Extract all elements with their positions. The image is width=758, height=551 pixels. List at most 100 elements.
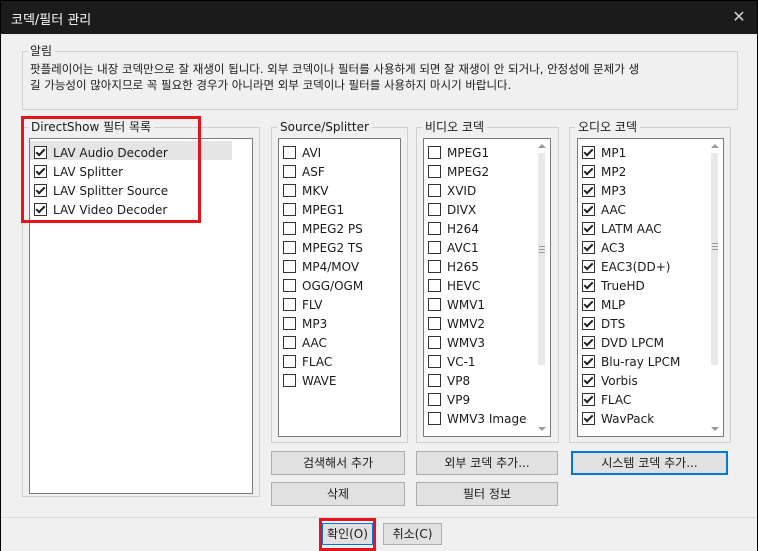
list-item[interactable]: VP8 [428,371,470,390]
checkbox[interactable] [283,317,296,330]
list-item[interactable]: WMV3 [428,333,485,352]
search-add-button[interactable]: 검색해서 추가 [271,451,405,475]
list-item[interactable]: WMV2 [428,314,485,333]
list-item[interactable]: HEVC [428,276,480,295]
list-item[interactable]: Vorbis [582,371,638,390]
source-splitter-list[interactable]: AVI ASF MKV MPEG1 MPEG2 PS MPEG2 TS MP4/MOV OGG… [278,138,401,437]
checkbox[interactable] [582,279,595,292]
checkbox[interactable] [283,146,296,159]
checkbox[interactable] [582,298,595,311]
scroll-up-icon[interactable] [538,144,546,148]
checkbox[interactable] [582,412,595,425]
list-item[interactable]: FLAC [582,390,631,409]
checkbox[interactable] [428,260,441,273]
checkbox[interactable] [428,146,441,159]
checkbox[interactable] [283,336,296,349]
scroll-thumb[interactable] [711,153,718,365]
list-item[interactable]: MP4/MOV [283,257,359,276]
list-item[interactable]: EAC3(DD+) [582,257,671,276]
list-item[interactable]: MPEG1 [283,200,344,219]
checkbox[interactable] [582,222,595,235]
list-item[interactable]: Blu-ray LPCM [582,352,680,371]
checkbox[interactable] [428,241,441,254]
checkbox[interactable] [582,146,595,159]
checkbox[interactable] [428,355,441,368]
audio-codec-list[interactable]: MP1 MP2 MP3 AAC LATM AAC AC3 EAC3(DD+) TrueHD ML… [577,138,724,437]
list-item[interactable]: MPEG2 PS [283,219,363,238]
list-item[interactable]: MLP [582,295,625,314]
list-item[interactable]: AVC1 [428,238,479,257]
checkbox[interactable] [283,222,296,235]
checkbox[interactable] [283,184,296,197]
list-item[interactable]: VP9 [428,390,470,409]
cancel-button[interactable]: 취소(C) [383,523,442,545]
list-item[interactable]: FLAC [283,352,332,371]
scroll-down-icon[interactable] [538,427,546,431]
list-item[interactable]: AC3 [582,238,625,257]
scroll-up-icon[interactable] [711,144,719,148]
list-item[interactable]: MP3 [283,314,327,333]
list-item[interactable]: MKV [283,181,328,200]
list-item[interactable]: LATM AAC [582,219,662,238]
checkbox[interactable] [428,393,441,406]
checkbox[interactable] [283,241,296,254]
checkbox[interactable] [428,165,441,178]
list-item[interactable]: WMV3 Image [428,409,526,428]
checkbox[interactable] [582,317,595,330]
checkbox[interactable] [428,374,441,387]
list-item[interactable]: AVI [283,143,321,162]
external-codec-add-button[interactable]: 외부 코덱 추가... [416,451,558,475]
checkbox[interactable] [582,260,595,273]
checkbox[interactable] [582,355,595,368]
checkbox[interactable] [283,298,296,311]
checkbox[interactable] [428,298,441,311]
list-item[interactable]: MP3 [582,181,626,200]
list-item[interactable]: OGG/OGM [283,276,363,295]
list-item[interactable]: DIVX [428,200,476,219]
checkbox[interactable] [582,241,595,254]
checkbox[interactable] [283,203,296,216]
video-codec-list[interactable]: MPEG1 MPEG2 XVID DIVX H264 AVC1 H265 HEVC WMV1 WM… [423,138,551,437]
checkbox[interactable] [428,317,441,330]
list-item[interactable]: ASF [283,162,325,181]
list-item[interactable]: XVID [428,181,476,200]
close-icon[interactable]: ✕ [729,7,749,27]
list-item[interactable]: MP2 [582,162,626,181]
video-scrollbar[interactable] [534,139,550,436]
list-item[interactable]: DVD LPCM [582,333,664,352]
list-item[interactable]: MP1 [582,143,626,162]
checkbox[interactable] [283,374,296,387]
checkbox[interactable] [283,260,296,273]
checkbox[interactable] [428,222,441,235]
list-item[interactable]: FLV [283,295,322,314]
checkbox[interactable] [428,412,441,425]
checkbox[interactable] [582,393,595,406]
list-item[interactable]: WavPack [582,409,654,428]
list-item[interactable]: MPEG2 [428,162,489,181]
checkbox[interactable] [582,374,595,387]
list-item[interactable]: AAC [582,200,626,219]
checkbox[interactable] [283,355,296,368]
checkbox[interactable] [428,336,441,349]
list-item[interactable]: AAC [283,333,327,352]
delete-button[interactable]: 삭제 [271,482,405,506]
list-item[interactable]: TrueHD [582,276,645,295]
list-item[interactable]: DTS [582,314,625,333]
filter-info-button[interactable]: 필터 정보 [416,482,558,506]
list-item[interactable]: H264 [428,219,479,238]
list-item[interactable]: MPEG2 TS [283,238,363,257]
system-codec-add-button[interactable]: 시스템 코덱 추가... [571,451,728,475]
checkbox[interactable] [283,279,296,292]
checkbox[interactable] [582,336,595,349]
audio-scrollbar[interactable] [707,139,723,436]
checkbox[interactable] [283,165,296,178]
scroll-thumb[interactable] [538,153,545,365]
checkbox[interactable] [428,279,441,292]
checkbox[interactable] [582,184,595,197]
scroll-down-icon[interactable] [711,427,719,431]
list-item[interactable]: H265 [428,257,479,276]
list-item[interactable]: WAVE [283,371,336,390]
list-item[interactable]: MPEG1 [428,143,489,162]
list-item[interactable]: VC-1 [428,352,476,371]
checkbox[interactable] [428,184,441,197]
